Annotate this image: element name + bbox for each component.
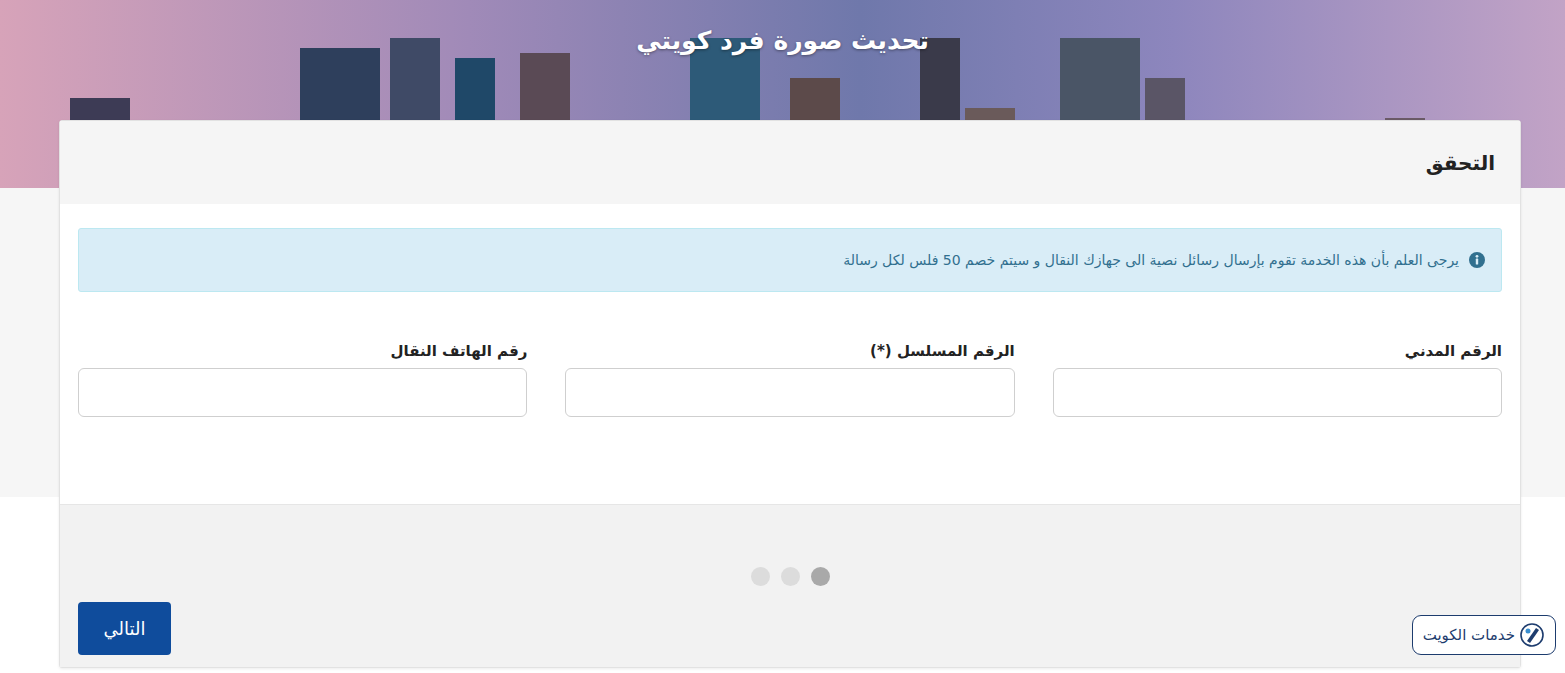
page: تحديث صورة فرد كويتي التحقق يرجى العلم بأن… [0,0,1565,673]
alert-text: يرجى العلم بأن هذه الخدمة تقوم بإرسال رس… [843,252,1459,268]
text-input[interactable] [1053,368,1502,417]
step-dot [781,567,800,586]
watermark-logo: خدمات الكويت [1412,615,1556,655]
card-title: التحقق [1426,151,1495,175]
actions: التالي [78,602,1502,655]
step-indicator [78,567,1502,586]
next-button[interactable]: التالي [78,602,171,655]
card-body: يرجى العلم بأن هذه الخدمة تقوم بإرسال رس… [60,204,1520,504]
banner-title: تحديث صورة فرد كويتي [0,0,1565,55]
step-dot [751,567,770,586]
field-label: الرقم المسلسل (*) [565,342,1014,360]
field-label: رقم الهاتف النقال [78,342,527,360]
verification-card: التحقق يرجى العلم بأن هذه الخدمة تقوم بإر… [59,120,1521,668]
info-alert: يرجى العلم بأن هذه الخدمة تقوم بإرسال رس… [78,228,1502,292]
step-dot [811,567,830,586]
form-field: الرقم المسلسل (*) [565,342,1014,417]
text-input[interactable] [565,368,1014,417]
card-footer: التالي [60,504,1520,667]
text-input[interactable] [78,368,527,417]
info-icon [1469,252,1485,268]
field-label: الرقم المدني [1053,342,1502,360]
logo-icon [1519,622,1545,648]
form-field: رقم الهاتف النقال [78,342,527,417]
card-header: التحقق [60,121,1520,204]
watermark-text: خدمات الكويت [1423,626,1515,644]
form-field: الرقم المدني [1053,342,1502,417]
fields-row: الرقم المدني الرقم المسلسل (*) رقم الهاتف … [78,342,1502,417]
